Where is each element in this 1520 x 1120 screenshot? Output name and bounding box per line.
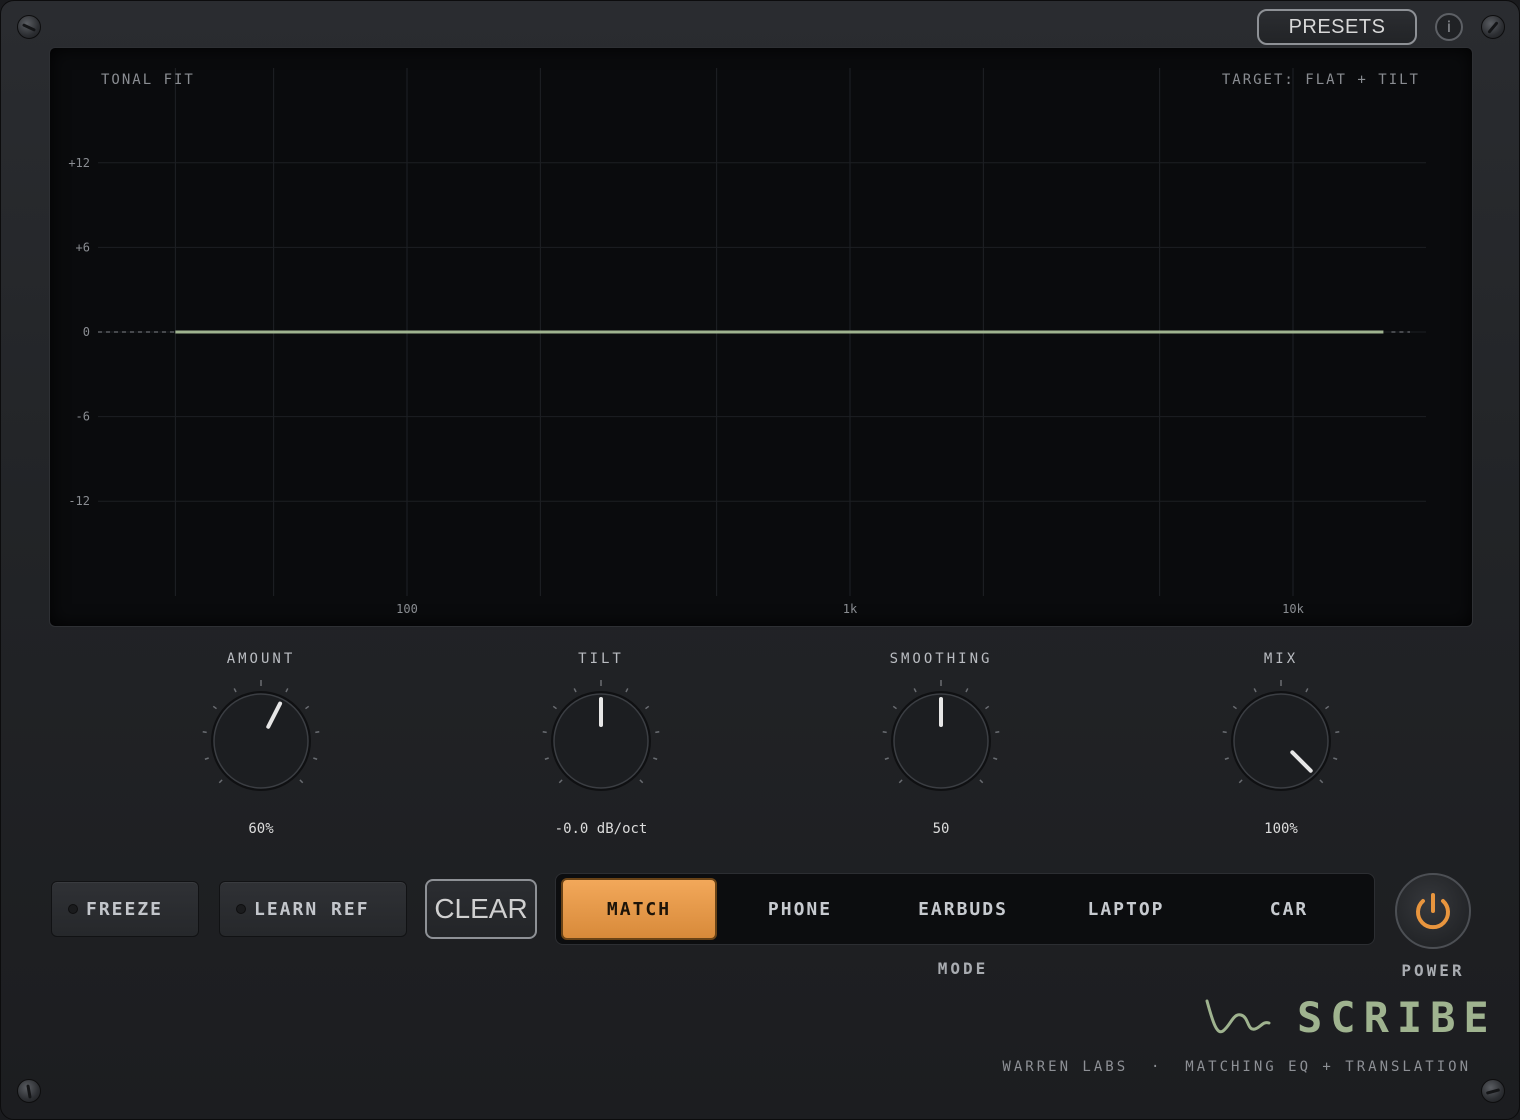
mode-laptop[interactable]: LAPTOP bbox=[1048, 878, 1204, 940]
mode-selector: MATCH PHONE EARBUDS LAPTOP CAR bbox=[555, 873, 1375, 945]
knob-tick bbox=[542, 731, 547, 734]
screw-icon bbox=[17, 1079, 41, 1103]
knob-body bbox=[1233, 693, 1329, 789]
knob-tick bbox=[1325, 705, 1330, 710]
y-tick-label: 0 bbox=[83, 325, 90, 339]
knob-body bbox=[213, 693, 309, 789]
knob-label: TILT bbox=[578, 651, 624, 667]
tilt-knob[interactable] bbox=[539, 679, 663, 803]
plugin-panel: PRESETS i +12 +6 0 -6 -12 100 1k 10k TONAL FIT … bbox=[0, 0, 1520, 1120]
knob-tick bbox=[1305, 688, 1309, 693]
knob-tick bbox=[305, 705, 310, 710]
knob-tick bbox=[653, 757, 658, 760]
knob-tick bbox=[993, 757, 998, 760]
y-tick-label: +6 bbox=[76, 240, 90, 254]
mode-match[interactable]: MATCH bbox=[561, 878, 717, 940]
freeze-label: FREEZE bbox=[86, 898, 164, 920]
knob-tick bbox=[218, 779, 223, 784]
knob-tick bbox=[1232, 705, 1237, 710]
knob-value: 60% bbox=[248, 821, 274, 837]
knob-tick bbox=[1335, 731, 1340, 734]
screw-icon bbox=[1481, 1079, 1505, 1103]
knob-value: 100% bbox=[1264, 821, 1298, 837]
knob-mix[interactable]: MIX 100% bbox=[1201, 651, 1361, 837]
knob-tick bbox=[544, 757, 549, 760]
amount-knob[interactable] bbox=[199, 679, 323, 803]
power-caption: POWER bbox=[1401, 961, 1465, 980]
knob-tick bbox=[655, 731, 660, 734]
knob-tick bbox=[625, 688, 629, 693]
knob-tick bbox=[979, 779, 984, 784]
knob-tick bbox=[1319, 779, 1324, 784]
x-tick-label: 1k bbox=[843, 602, 858, 616]
knob-tick bbox=[285, 688, 289, 693]
clear-button[interactable]: CLEAR bbox=[425, 879, 537, 939]
knob-tick bbox=[212, 705, 217, 710]
knob-value: -0.0 dB/oct bbox=[554, 821, 648, 837]
knob-tick bbox=[898, 779, 903, 784]
screw-icon bbox=[1481, 15, 1505, 39]
brand-name: SCRIBE bbox=[1297, 993, 1497, 1042]
knob-tick bbox=[645, 705, 650, 710]
y-tick-label: -12 bbox=[68, 494, 90, 508]
knob-label: AMOUNT bbox=[226, 651, 296, 667]
knob-tick bbox=[552, 705, 557, 710]
knob-value: 50 bbox=[932, 821, 950, 837]
learn-ref-button[interactable]: LEARN REF bbox=[219, 881, 407, 937]
knob-tick bbox=[202, 731, 207, 734]
x-tick-label: 10k bbox=[1282, 602, 1304, 616]
knob-tick bbox=[1222, 731, 1227, 734]
brand-subtitle: WARREN LABS · MATCHING EQ + TRANSLATION bbox=[1002, 1059, 1471, 1075]
smoothing-knob[interactable] bbox=[879, 679, 1003, 803]
brand-logo: SCRIBE bbox=[1201, 993, 1489, 1045]
knob-tick bbox=[884, 757, 889, 760]
led-indicator bbox=[236, 904, 246, 914]
knob-amount[interactable]: AMOUNT 60% bbox=[181, 651, 341, 837]
mode-phone[interactable]: PHONE bbox=[722, 878, 878, 940]
knob-tick bbox=[573, 688, 577, 693]
target-label: TARGET: FLAT + TILT bbox=[1221, 72, 1420, 88]
learn-ref-label: LEARN REF bbox=[254, 898, 370, 920]
mode-earbuds[interactable]: EARBUDS bbox=[885, 878, 1041, 940]
knob-tick bbox=[913, 688, 917, 693]
knob-tick bbox=[892, 705, 897, 710]
knob-tick bbox=[1224, 757, 1229, 760]
info-icon[interactable]: i bbox=[1435, 13, 1463, 41]
mode-car[interactable]: CAR bbox=[1211, 878, 1367, 940]
knob-tick bbox=[995, 731, 1000, 734]
knob-tick bbox=[1333, 757, 1338, 760]
mix-knob[interactable] bbox=[1219, 679, 1343, 803]
power-button[interactable] bbox=[1395, 873, 1471, 949]
mode-caption: MODE bbox=[937, 959, 989, 978]
knob-tick bbox=[558, 779, 563, 784]
knob-tick bbox=[639, 779, 644, 784]
y-tick-label: -6 bbox=[76, 410, 90, 424]
knob-tick bbox=[299, 779, 304, 784]
x-tick-label: 100 bbox=[396, 602, 418, 616]
knob-tick bbox=[1238, 779, 1243, 784]
presets-button[interactable]: PRESETS bbox=[1257, 9, 1417, 45]
waveform-logo-icon bbox=[1205, 999, 1271, 1034]
knob-label: SMOOTHING bbox=[889, 651, 993, 667]
knob-tilt[interactable]: TILT -0.0 dB/oct bbox=[521, 651, 681, 837]
knob-tick bbox=[985, 705, 990, 710]
screw-icon bbox=[17, 15, 41, 39]
knob-tick bbox=[882, 731, 887, 734]
knob-tick bbox=[1253, 688, 1257, 693]
power-icon bbox=[1416, 893, 1450, 930]
knob-smoothing[interactable]: SMOOTHING 50 bbox=[861, 651, 1021, 837]
knob-tick bbox=[233, 688, 237, 693]
display-title: TONAL FIT bbox=[101, 72, 195, 88]
freeze-button[interactable]: FREEZE bbox=[51, 881, 199, 937]
tonal-fit-display: +12 +6 0 -6 -12 100 1k 10k TONAL FIT TARGET: FL… bbox=[49, 47, 1473, 627]
knob-tick bbox=[204, 757, 209, 760]
knob-tick bbox=[313, 757, 318, 760]
knob-tick bbox=[315, 731, 320, 734]
eq-curve-graph: +12 +6 0 -6 -12 100 1k 10k bbox=[68, 68, 1426, 616]
led-indicator bbox=[68, 904, 78, 914]
knob-label: MIX bbox=[1263, 651, 1299, 667]
knob-tick bbox=[965, 688, 969, 693]
y-tick-label: +12 bbox=[68, 156, 90, 170]
